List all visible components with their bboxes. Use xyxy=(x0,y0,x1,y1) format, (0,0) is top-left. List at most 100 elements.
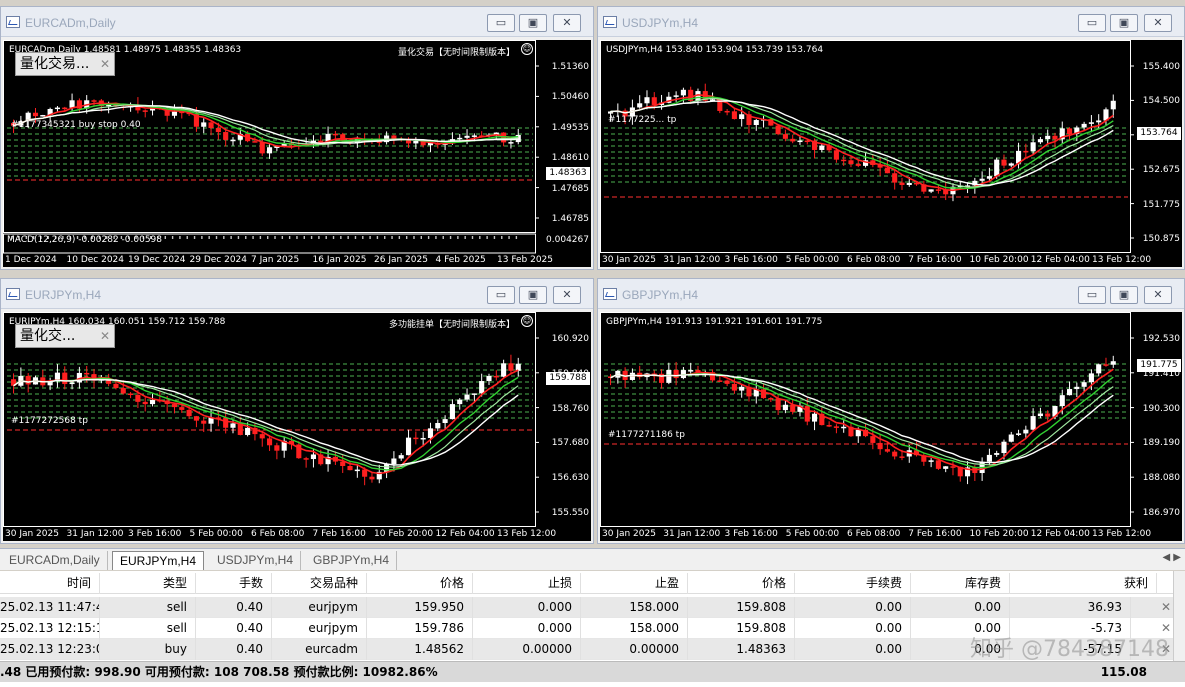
time-axis: 30 Jan 2025 31 Jan 12:00 3 Feb 16:00 5 Feb … xyxy=(600,525,1182,541)
quant-trade-button[interactable]: 量化交易... ✕ xyxy=(15,52,115,76)
minimize-button[interactable]: ▭ xyxy=(1078,286,1106,304)
quant-trade-button[interactable]: 量化交... ✕ xyxy=(15,324,115,348)
titlebar[interactable]: GBPJPYm,H4 ▭ ▣ ✕ xyxy=(598,279,1184,309)
price-axis-label: 156.630 xyxy=(551,473,589,484)
candle-body xyxy=(841,426,847,429)
price-chart[interactable]: GBPJPYm,H4 191.913 191.921 191.601 191.7… xyxy=(600,312,1182,541)
table-cell: 25.02.13 12:23:03 xyxy=(0,639,100,660)
minimize-button[interactable]: ▭ xyxy=(1078,14,1106,32)
macd-bar xyxy=(464,236,466,239)
price-chart[interactable]: USDJPYm,H4 153.840 153.904 153.739 153.7… xyxy=(600,40,1182,267)
candle-body xyxy=(186,409,192,417)
candle-body xyxy=(62,107,68,110)
titlebar[interactable]: USDJPYm,H4 ▭ ▣ ✕ xyxy=(598,7,1184,37)
candle-body xyxy=(201,420,207,424)
table-cell: 0.00 xyxy=(795,597,911,618)
candle-body xyxy=(69,382,75,385)
candle-body xyxy=(986,454,992,462)
candle-body xyxy=(775,398,781,411)
candle-body xyxy=(391,458,397,465)
candle-body xyxy=(259,142,265,154)
minimize-button[interactable]: ▭ xyxy=(487,286,515,304)
candle-body xyxy=(471,393,477,395)
close-button[interactable]: ✕ xyxy=(1144,14,1172,32)
column-header[interactable]: 手数 xyxy=(196,573,272,594)
close-position-icon[interactable]: ✕ xyxy=(1161,597,1171,618)
candle-body xyxy=(782,134,788,139)
column-header[interactable]: 手续费 xyxy=(795,573,911,594)
close-button[interactable]: ✕ xyxy=(553,14,581,32)
close-button[interactable]: ✕ xyxy=(553,286,581,304)
tab-gbpjpy[interactable]: GBPJPYm,H4 xyxy=(306,551,398,570)
candle-body xyxy=(457,399,463,405)
close-icon[interactable]: ✕ xyxy=(100,53,110,75)
candle-body xyxy=(899,182,905,185)
order-label: #1177345321 buy stop 0.40 xyxy=(11,120,141,130)
candle-body xyxy=(464,135,470,138)
table-cell: sell xyxy=(100,597,196,618)
column-header[interactable]: 止盈 xyxy=(581,573,688,594)
time-axis-label: 4 Feb 2025 xyxy=(435,255,486,265)
vertical-scrollbar[interactable] xyxy=(1173,571,1185,661)
column-header[interactable]: 价格 xyxy=(688,573,795,594)
column-header[interactable]: 库存费 xyxy=(911,573,1010,594)
table-cell: sell xyxy=(100,618,196,639)
tab-usdjpy[interactable]: USDJPYm,H4 xyxy=(210,551,302,570)
column-header[interactable]: 价格 xyxy=(367,573,473,594)
tab-eurjpy[interactable]: EURJPYm,H4 xyxy=(112,551,205,570)
macd-bar xyxy=(420,236,422,239)
candle-body xyxy=(986,176,992,179)
chart-window-eurcad[interactable]: EURCADm,Daily ▭ ▣ ✕ MACD(12,26,9) -0.002… xyxy=(0,6,594,270)
candle-body xyxy=(267,147,273,154)
table-cell: 1.48562 xyxy=(367,639,473,660)
candle-body xyxy=(267,438,273,446)
titlebar[interactable]: EURJPYm,H4 ▭ ▣ ✕ xyxy=(1,279,593,309)
restore-button[interactable]: ▣ xyxy=(1110,286,1138,304)
chart-window-eurjpy[interactable]: EURJPYm,H4 ▭ ▣ ✕ EURJPYm,H4 160.034 160.… xyxy=(0,278,594,544)
macd-bar xyxy=(281,236,284,239)
candle-body xyxy=(833,150,839,160)
tab-scroll-arrows[interactable]: ◀ ▶ xyxy=(1162,552,1181,563)
macd-bar xyxy=(164,236,166,239)
order-label: #1177272568 tp xyxy=(11,416,88,426)
price-axis-label: 152.675 xyxy=(1142,165,1180,176)
restore-button[interactable]: ▣ xyxy=(519,286,547,304)
candle-body xyxy=(731,111,737,120)
candle-body xyxy=(171,111,178,116)
restore-button[interactable]: ▣ xyxy=(1110,14,1138,32)
window-title: GBPJPYm,H4 xyxy=(622,288,699,302)
moving-average-line xyxy=(610,100,1114,186)
macd-bar xyxy=(376,236,379,239)
restore-button[interactable]: ▣ xyxy=(519,14,547,32)
chart-window-usdjpy[interactable]: USDJPYm,H4 ▭ ▣ ✕ USDJPYm,H4 153.840 153.… xyxy=(597,6,1185,270)
column-header[interactable]: 类型 xyxy=(100,573,196,594)
close-icon[interactable]: ✕ xyxy=(100,325,110,347)
chart-canvas[interactable] xyxy=(600,40,1182,267)
column-header[interactable]: 时间 xyxy=(0,573,100,594)
column-header[interactable]: 止损 xyxy=(473,573,581,594)
tab-eurcad[interactable]: EURCADm,Daily xyxy=(2,551,108,570)
candle-body xyxy=(340,134,346,142)
close-button[interactable]: ✕ xyxy=(1144,286,1172,304)
column-header[interactable]: 获利 xyxy=(1010,573,1157,594)
table-cell: eurjpym xyxy=(272,597,367,618)
macd-bar xyxy=(274,236,276,239)
titlebar[interactable]: EURCADm,Daily ▭ ▣ ✕ xyxy=(1,7,593,37)
minimize-button[interactable]: ▭ xyxy=(487,14,515,32)
moving-average-line xyxy=(610,368,1114,471)
chart-canvas[interactable] xyxy=(600,312,1182,541)
candle-body xyxy=(215,128,221,133)
price-chart[interactable]: EURJPYm,H4 160.034 160.051 159.712 159.7… xyxy=(3,312,591,541)
price-chart[interactable]: MACD(12,26,9) -0.00282 -0.00598 0.004267 E… xyxy=(3,40,591,267)
macd-bar xyxy=(245,236,247,239)
trade-row[interactable]: 25.02.13 11:47:45sell0.40eurjpym159.9500… xyxy=(0,597,1185,618)
macd-bar xyxy=(391,236,393,239)
chart-window-icon xyxy=(6,288,20,300)
column-header[interactable]: 交易品种 xyxy=(272,573,367,594)
candle-body xyxy=(855,164,861,166)
candle-body xyxy=(208,122,214,129)
candle-body xyxy=(637,103,643,108)
candle-body xyxy=(1110,100,1116,110)
moving-average-line xyxy=(610,373,1114,469)
chart-window-gbpjpy[interactable]: GBPJPYm,H4 ▭ ▣ ✕ GBPJPYm,H4 191.913 191.… xyxy=(597,278,1185,544)
